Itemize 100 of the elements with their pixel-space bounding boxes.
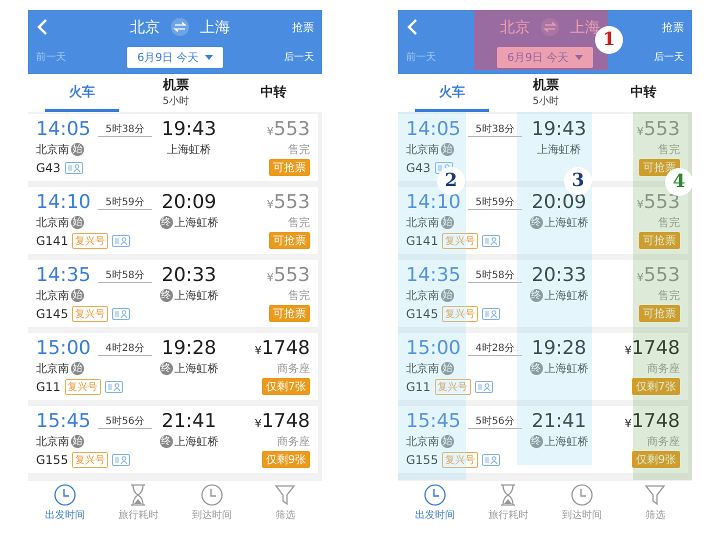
arrival-time: 19:43 (530, 118, 588, 140)
train-type-tag: 复兴号 (442, 232, 478, 248)
train-number: G11 (36, 380, 61, 394)
train-type-tag: 复兴号 (64, 378, 101, 394)
train-type-tag: 复兴号 (72, 306, 108, 322)
duration: 5时56分 (98, 414, 152, 428)
departure-time: 14:35 (36, 264, 92, 286)
departure-time: 14:35 (406, 264, 462, 286)
price: ¥1748 (624, 337, 680, 359)
price: ¥553 (636, 264, 680, 286)
train-type-tag: 复兴号 (442, 452, 478, 468)
departure-time: 15:45 (36, 410, 92, 432)
arrival-time: 21:41 (160, 410, 218, 432)
departure-station: 北京南 (36, 215, 69, 230)
arrival-station: 上海虹桥 (174, 434, 218, 449)
train-number: G141 (406, 234, 438, 248)
duration: 4时28分 (468, 340, 522, 356)
duration: 5时38分 (98, 122, 152, 136)
seat-status: 商务座 (646, 361, 680, 376)
train-type-tag: 复兴号 (434, 378, 471, 394)
price: ¥1748 (254, 337, 310, 359)
arrival-station: 上海虹桥 (544, 361, 588, 376)
duration: 5时58分 (98, 268, 152, 282)
departure-station: 北京南 (406, 215, 439, 230)
departure-station: 北京南 (406, 361, 439, 376)
seat-status: 商务座 (276, 434, 310, 449)
origin-badge: 始 (71, 143, 84, 156)
terminal-badge: 终 (160, 216, 172, 229)
duration: 5时59分 (98, 194, 152, 210)
price: ¥553 (636, 118, 680, 140)
seat-status: 售完 (657, 288, 680, 303)
terminal-badge: 终 (160, 435, 172, 448)
train-number: G155 (36, 452, 68, 466)
train-type-tag: 复兴号 (442, 306, 478, 322)
duration: 4时28分 (98, 340, 152, 356)
arrival-station: 上海虹桥 (537, 142, 581, 157)
departure-station: 北京南 (36, 288, 69, 303)
origin-badge: 始 (71, 435, 84, 448)
duration: 5时59分 (468, 194, 522, 210)
arrival-station: 上海虹桥 (174, 361, 218, 376)
arrival-station: 上海虹桥 (174, 215, 218, 230)
terminal-badge: 终 (160, 289, 172, 302)
arrival-station: 上海虹桥 (544, 215, 588, 230)
seat-status: 售完 (287, 142, 310, 157)
price: ¥553 (266, 191, 310, 213)
duration: 5时58分 (468, 268, 522, 282)
departure-time: 14:10 (36, 191, 92, 213)
terminal-badge: 终 (530, 216, 542, 229)
origin-badge: 始 (441, 216, 454, 229)
departure-time: 15:00 (36, 337, 92, 359)
origin-badge: 始 (441, 143, 454, 156)
arrival-time: 20:33 (160, 264, 218, 286)
origin-badge: 始 (71, 362, 84, 375)
train-type-tag: 复兴号 (72, 452, 108, 468)
seat-status: 售完 (287, 215, 310, 230)
arrival-station: 上海虹桥 (174, 288, 218, 303)
train-type-tag: 复兴号 (72, 232, 108, 248)
origin-badge: 始 (441, 289, 454, 302)
arrival-time: 19:28 (530, 337, 588, 359)
departure-station: 北京南 (406, 142, 439, 157)
train-number: G145 (36, 306, 68, 320)
terminal-badge: 终 (160, 362, 172, 375)
price: ¥1748 (254, 410, 310, 432)
duration: 5时56分 (468, 414, 522, 428)
train-number: G141 (36, 234, 68, 248)
origin-badge: 始 (71, 216, 84, 229)
departure-station: 北京南 (36, 361, 69, 376)
terminal-badge: 终 (530, 362, 542, 375)
seat-status: 商务座 (646, 434, 680, 449)
departure-station: 北京南 (36, 142, 69, 157)
departure-time: 14:05 (406, 118, 462, 140)
arrival-time: 20:09 (160, 191, 218, 213)
price: ¥1748 (624, 410, 680, 432)
arrival-station: 上海虹桥 (544, 288, 588, 303)
departure-station: 北京南 (36, 434, 69, 449)
train-number: G11 (406, 380, 431, 394)
arrival-station: 上海虹桥 (167, 142, 211, 157)
departure-station: 北京南 (406, 288, 439, 303)
departure-station: 北京南 (406, 434, 439, 449)
arrival-time: 19:43 (160, 118, 218, 140)
seat-status: 商务座 (276, 361, 310, 376)
train-number: G145 (406, 306, 438, 320)
arrival-time: 21:41 (530, 410, 588, 432)
departure-time: 15:45 (406, 410, 462, 432)
arrival-time: 19:28 (160, 337, 218, 359)
origin-badge: 始 (441, 362, 454, 375)
terminal-badge: 终 (530, 289, 542, 302)
origin-badge: 始 (71, 289, 84, 302)
departure-time: 14:05 (36, 118, 92, 140)
origin-badge: 始 (441, 435, 454, 448)
seat-status: 售完 (287, 288, 310, 303)
price: ¥553 (266, 264, 310, 286)
arrival-time: 20:33 (530, 264, 588, 286)
price: ¥553 (266, 118, 310, 140)
seat-status: 售完 (657, 142, 680, 157)
duration: 5时38分 (468, 122, 522, 136)
terminal-badge: 终 (530, 435, 542, 448)
train-number: G43 (406, 160, 431, 174)
arrival-station: 上海虹桥 (544, 434, 588, 449)
seat-status: 售完 (657, 215, 680, 230)
